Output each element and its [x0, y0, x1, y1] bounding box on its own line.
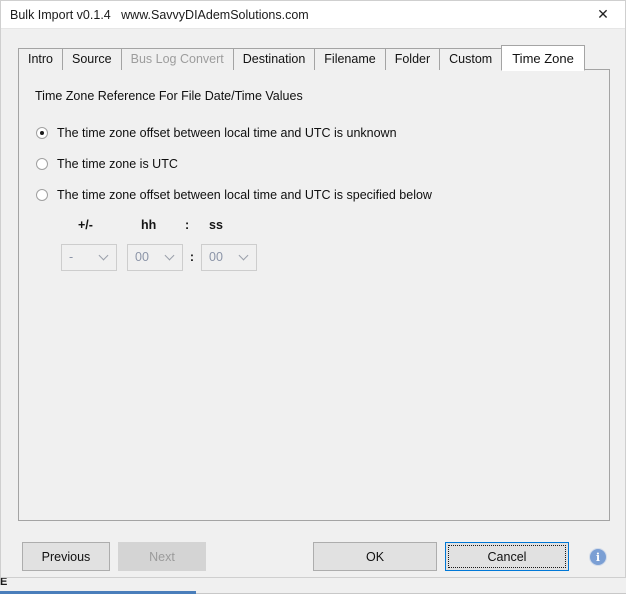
close-icon: ✕: [597, 6, 609, 23]
offset-column-headers: +/- hh : ss: [61, 218, 257, 238]
radio-option-label: The time zone offset between local time …: [57, 126, 397, 140]
radio-indicator: [36, 158, 48, 170]
radio-option-utc[interactable]: The time zone is UTC: [36, 157, 178, 171]
info-icon[interactable]: i: [589, 548, 607, 566]
background-taskbar-strip: [196, 578, 626, 594]
tab-filename[interactable]: Filename: [314, 48, 386, 70]
radio-option-label: The time zone is UTC: [57, 157, 178, 171]
tab-destination[interactable]: Destination: [232, 48, 316, 70]
tab-bus-log-convert: Bus Log Convert: [120, 48, 234, 70]
offset-sign-value: -: [69, 250, 74, 264]
chevron-down-icon: [240, 252, 248, 260]
panel-heading: Time Zone Reference For File Date/Time V…: [35, 89, 303, 103]
dialog-button-bar: Previous Next OK Cancel: [1, 536, 625, 576]
next-button: Next: [118, 542, 206, 571]
tab-source[interactable]: Source: [62, 48, 122, 70]
offset-label-sign: +/-: [78, 218, 93, 232]
chevron-down-icon: [166, 252, 174, 260]
offset-hours-dropdown[interactable]: 00: [127, 243, 183, 271]
offset-label-hours: hh: [141, 218, 157, 232]
ok-button[interactable]: OK: [313, 542, 437, 571]
chevron-down-icon: [100, 252, 108, 260]
background-taskbar-active-item[interactable]: E: [0, 576, 196, 594]
offset-seconds-dropdown[interactable]: 00: [201, 243, 257, 271]
close-button[interactable]: ✕: [581, 1, 625, 28]
radio-indicator: [36, 127, 48, 139]
offset-sign-dropdown[interactable]: -: [61, 243, 117, 271]
radio-option-offset-unknown[interactable]: The time zone offset between local time …: [36, 126, 397, 140]
tab-folder[interactable]: Folder: [384, 48, 441, 70]
offset-controls-row: - 00 : 00: [61, 243, 257, 271]
previous-button[interactable]: Previous: [22, 542, 110, 571]
info-icon-glyph: i: [595, 550, 601, 564]
title-bar: Bulk Import v0.1.4 www.SavvyDIAdemSoluti…: [1, 1, 625, 29]
offset-hours-value: 00: [135, 250, 149, 264]
tab-strip: Intro Source Bus Log Convert Destination…: [18, 45, 585, 71]
offset-label-separator: :: [185, 218, 190, 232]
cancel-button[interactable]: Cancel: [445, 542, 569, 571]
offset-seconds-value: 00: [209, 250, 223, 264]
offset-separator: :: [189, 250, 195, 264]
radio-option-label: The time zone offset between local time …: [57, 188, 432, 202]
time-zone-panel: Time Zone Reference For File Date/Time V…: [18, 69, 610, 521]
offset-label-seconds: ss: [209, 218, 223, 232]
radio-indicator: [36, 189, 48, 201]
tab-custom[interactable]: Custom: [439, 48, 503, 70]
bulk-import-dialog: Bulk Import v0.1.4 www.SavvyDIAdemSoluti…: [0, 0, 626, 578]
tab-time-zone[interactable]: Time Zone: [501, 45, 585, 71]
offset-picker-group: +/- hh : ss - 00 : 00: [61, 218, 257, 271]
tab-intro[interactable]: Intro: [18, 48, 64, 70]
window-title: Bulk Import v0.1.4 www.SavvyDIAdemSoluti…: [10, 8, 309, 22]
radio-option-offset-specified[interactable]: The time zone offset between local time …: [36, 188, 432, 202]
